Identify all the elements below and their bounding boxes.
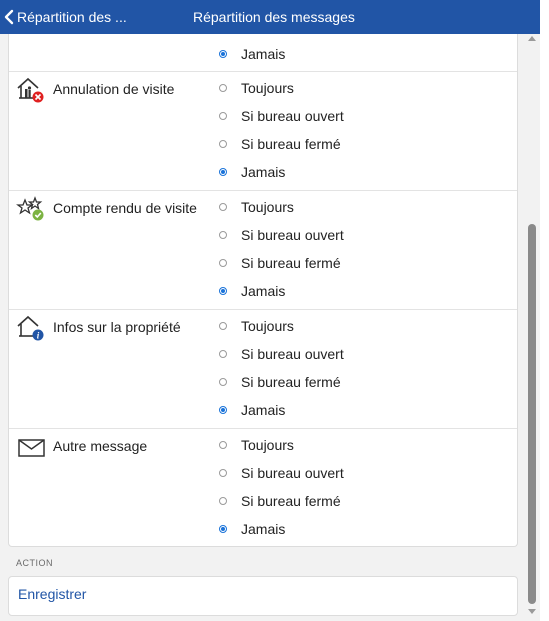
house-cancel-icon: [16, 75, 48, 103]
section-label: Infos sur la propriété: [53, 319, 181, 335]
radio-button[interactable]: [219, 50, 227, 58]
radio-label: Toujours: [241, 318, 294, 334]
radio-label: Si bureau ouvert: [241, 227, 344, 243]
scroll-down-arrow-icon[interactable]: [528, 609, 536, 614]
action-card: Enregistrer: [8, 576, 518, 616]
stars-check-icon: [16, 194, 48, 222]
back-button[interactable]: Répartition des ...: [4, 0, 127, 34]
radio-label: Toujours: [241, 80, 294, 96]
section-compte-rendu-de-visite: Compte rendu de visite Toujours Si burea…: [9, 190, 517, 310]
vertical-scrollbar[interactable]: [526, 34, 538, 614]
radio-label: Si bureau ouvert: [241, 465, 344, 481]
envelope-icon: [16, 432, 48, 460]
radio-label: Toujours: [241, 437, 294, 453]
radio-option-si-bureau-ouvert[interactable]: Si bureau ouvert: [217, 340, 344, 368]
radio-button[interactable]: [219, 84, 227, 92]
radio-button[interactable]: [219, 231, 227, 239]
radio-label: Si bureau fermé: [241, 493, 341, 509]
radio-button[interactable]: [219, 112, 227, 120]
previous-section-tail: Jamais: [9, 34, 517, 72]
radio-button[interactable]: [219, 322, 227, 330]
radio-button[interactable]: [219, 378, 227, 386]
radio-button[interactable]: [219, 350, 227, 358]
radio-label: Si bureau ouvert: [241, 108, 344, 124]
radio-button[interactable]: [219, 525, 227, 533]
action-section-header: ACTION: [16, 558, 54, 568]
radio-label: Toujours: [241, 199, 294, 215]
content-area: Jamais Annulation de visite Toujours Si …: [0, 34, 540, 621]
radio-option-si-bureau-ferme[interactable]: Si bureau fermé: [217, 368, 341, 396]
radio-label: Jamais: [241, 521, 286, 537]
radio-label: Jamais: [241, 402, 286, 418]
save-button[interactable]: Enregistrer: [18, 577, 86, 611]
house-info-icon: i: [16, 313, 48, 341]
top-bar: Répartition des ... Répartition des mess…: [0, 0, 540, 34]
radio-label: Si bureau fermé: [241, 136, 341, 152]
radio-option-jamais[interactable]: Jamais: [217, 158, 285, 186]
radio-button[interactable]: [219, 287, 227, 295]
radio-button[interactable]: [219, 497, 227, 505]
settings-card: Jamais Annulation de visite Toujours Si …: [8, 34, 518, 547]
scroll-up-arrow-icon[interactable]: [528, 36, 536, 41]
section-label: Annulation de visite: [53, 81, 175, 97]
radio-button[interactable]: [219, 168, 227, 176]
radio-option-si-bureau-ferme[interactable]: Si bureau fermé: [217, 487, 341, 515]
radio-option-si-bureau-ouvert[interactable]: Si bureau ouvert: [217, 221, 344, 249]
radio-label: Si bureau fermé: [241, 255, 341, 271]
app-window: Répartition des ... Répartition des mess…: [0, 0, 549, 621]
section-label: Autre message: [53, 438, 148, 454]
page-title: Répartition des messages: [193, 9, 355, 25]
radio-button[interactable]: [219, 140, 227, 148]
radio-option-si-bureau-ferme[interactable]: Si bureau fermé: [217, 130, 341, 158]
radio-button[interactable]: [219, 469, 227, 477]
radio-option-si-bureau-ferme[interactable]: Si bureau fermé: [217, 249, 341, 277]
radio-label: Jamais: [241, 46, 286, 62]
radio-option-toujours[interactable]: Toujours: [217, 431, 294, 459]
scrollbar-thumb[interactable]: [528, 224, 536, 604]
section-annulation-de-visite: Annulation de visite Toujours Si bureau …: [9, 71, 517, 191]
radio-label: Si bureau fermé: [241, 374, 341, 390]
radio-label: Jamais: [241, 283, 286, 299]
radio-button[interactable]: [219, 203, 227, 211]
radio-option-jamais[interactable]: Jamais: [217, 396, 285, 424]
chevron-left-icon: [4, 9, 14, 25]
section-autre-message: Autre message Toujours Si bureau ouvert …: [9, 428, 517, 547]
radio-option-toujours[interactable]: Toujours: [217, 193, 294, 221]
radio-option-si-bureau-ouvert[interactable]: Si bureau ouvert: [217, 459, 344, 487]
radio-option-toujours[interactable]: Toujours: [217, 74, 294, 102]
radio-label: Jamais: [241, 164, 286, 180]
radio-button[interactable]: [219, 406, 227, 414]
section-label: Compte rendu de visite: [53, 200, 197, 216]
radio-option-jamais[interactable]: Jamais: [217, 277, 285, 305]
radio-option-si-bureau-ouvert[interactable]: Si bureau ouvert: [217, 102, 344, 130]
radio-option-jamais[interactable]: Jamais: [217, 40, 285, 68]
radio-label: Si bureau ouvert: [241, 346, 344, 362]
radio-button[interactable]: [219, 259, 227, 267]
radio-option-jamais[interactable]: Jamais: [217, 515, 285, 543]
section-infos-sur-la-propriete: i Infos sur la propriété Toujours Si bur…: [9, 309, 517, 429]
radio-option-toujours[interactable]: Toujours: [217, 312, 294, 340]
back-label: Répartition des ...: [17, 9, 127, 25]
radio-button[interactable]: [219, 441, 227, 449]
